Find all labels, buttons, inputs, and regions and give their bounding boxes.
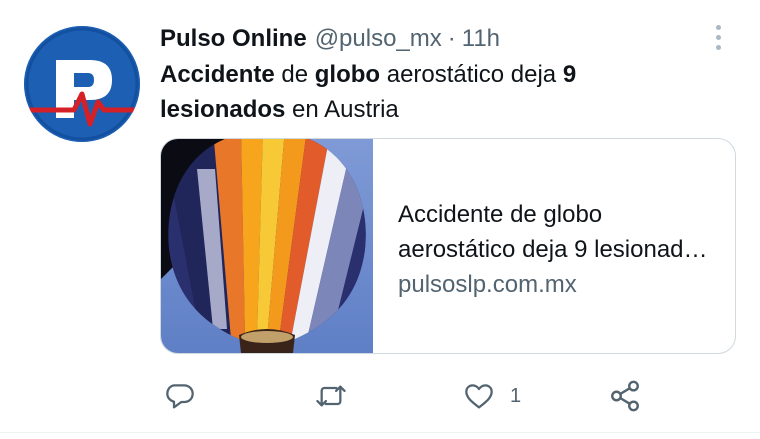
like-count: 1 (510, 384, 522, 407)
divider (0, 432, 760, 433)
tweet-text-part: de (274, 61, 315, 88)
card-title[interactable]: Accidente de globo aerostático deja 9 le… (398, 197, 718, 267)
like-button[interactable]: 1 (462, 372, 521, 420)
reply-button[interactable] (164, 372, 196, 420)
card-body[interactable]: Accidente de globo aerostático deja 9 le… (398, 197, 718, 302)
tweet-text: Accidente de globo aerostático deja 9 le… (160, 57, 700, 127)
author-name[interactable]: Pulso Online (160, 22, 307, 56)
heart-icon (465, 384, 493, 409)
tweet-actions: 1 (0, 372, 760, 420)
reply-icon (166, 384, 194, 409)
retweet-icon (316, 385, 346, 407)
retweet-button[interactable] (313, 372, 349, 420)
separator-dot: · (447, 25, 456, 52)
tweet-text-part: Accidente (160, 61, 275, 88)
author-handle[interactable]: @pulso_mx (315, 22, 442, 56)
hot-air-balloon-photo-icon (161, 139, 373, 353)
tweet-header: Pulso Online @pulso_mx · 11h (160, 22, 500, 56)
tweet-text-part: globo (314, 61, 381, 88)
more-options-icon[interactable] (704, 20, 732, 54)
tweet-text-part: aerostático deja (380, 61, 563, 88)
link-card[interactable]: Accidente de globo aerostático deja 9 le… (160, 138, 736, 354)
avatar[interactable] (24, 26, 140, 142)
timestamp[interactable]: 11h (462, 22, 500, 56)
share-button[interactable] (608, 372, 642, 420)
card-domain: pulsoslp.com.mx (398, 271, 577, 298)
share-icon (611, 380, 639, 412)
pulso-p-logo-icon (24, 26, 140, 142)
tweet-text-part: en Austria (285, 96, 399, 123)
card-image[interactable] (161, 139, 373, 353)
tweet[interactable]: Pulso Online @pulso_mx · 11h Accidente d… (0, 0, 760, 439)
